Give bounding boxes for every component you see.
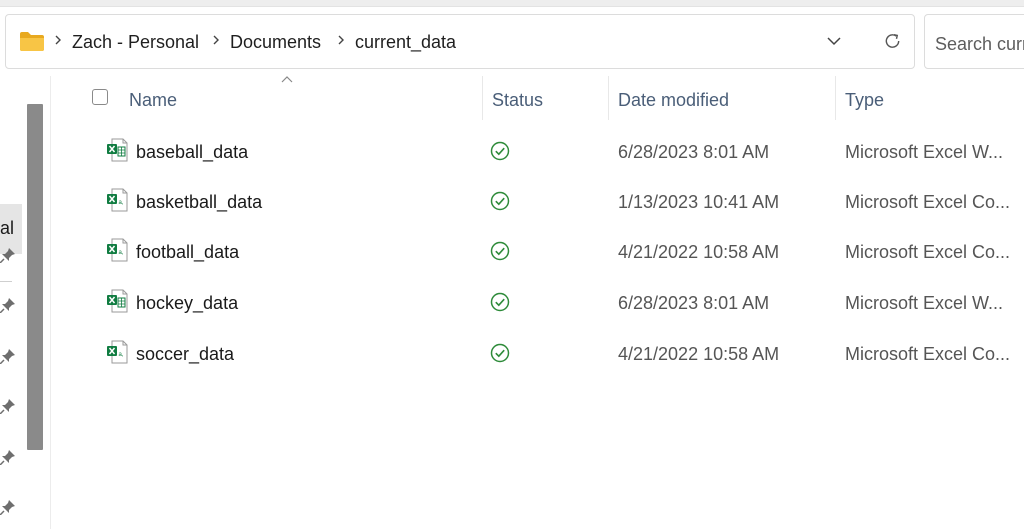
- column-divider[interactable]: [482, 76, 483, 120]
- column-header-type[interactable]: Type: [845, 89, 884, 111]
- pin-icon[interactable]: [0, 247, 16, 263]
- file-type: Microsoft Excel W...: [845, 142, 1004, 162]
- select-all-checkbox[interactable]: [92, 89, 108, 105]
- pin-icon[interactable]: [0, 499, 16, 515]
- file-row-soccer-data[interactable]: a, soccer_data 4/21/2022 10:58 AM Micros…: [60, 330, 1024, 380]
- pin-icon[interactable]: [0, 297, 16, 313]
- svg-text:a,: a,: [119, 200, 124, 206]
- chevron-right-icon[interactable]: [209, 33, 223, 47]
- chevron-right-icon[interactable]: [51, 33, 65, 47]
- column-divider[interactable]: [835, 76, 836, 120]
- file-date-modified: 4/21/2022 10:58 AM: [618, 344, 780, 364]
- window-top-strip: [0, 0, 1024, 7]
- navigation-pane: al: [0, 76, 51, 529]
- file-row-football-data[interactable]: a, football_data 4/21/2022 10:58 AM Micr…: [60, 228, 1024, 278]
- synced-icon: [490, 343, 510, 363]
- file-name[interactable]: baseball_data: [136, 141, 248, 163]
- sort-ascending-icon: [281, 76, 293, 83]
- file-type: Microsoft Excel Co...: [845, 192, 1011, 212]
- file-row-hockey-data[interactable]: hockey_data 6/28/2023 8:01 AM Microsoft …: [60, 279, 1024, 329]
- pin-icon[interactable]: [0, 398, 16, 414]
- file-name[interactable]: football_data: [136, 241, 239, 263]
- chevron-right-icon[interactable]: [334, 33, 348, 47]
- file-date-modified: 1/13/2023 10:41 AM: [618, 192, 780, 212]
- excel-csv-icon: a,: [107, 238, 128, 262]
- folder-icon: [20, 32, 44, 51]
- file-type: Microsoft Excel Co...: [845, 242, 1011, 262]
- nav-divider: [0, 281, 12, 282]
- file-name[interactable]: soccer_data: [136, 343, 234, 365]
- breadcrumb-item-current-data[interactable]: current_data: [355, 31, 456, 53]
- file-type: Microsoft Excel Co...: [845, 344, 1011, 364]
- breadcrumb-item-documents[interactable]: Documents: [230, 31, 321, 53]
- column-header-name[interactable]: Name: [129, 89, 177, 111]
- nav-item-label[interactable]: al: [0, 218, 14, 239]
- breadcrumb-item-zach-personal[interactable]: Zach - Personal: [72, 31, 199, 53]
- column-header-date-modified[interactable]: Date modified: [618, 89, 729, 111]
- column-header-status[interactable]: Status: [492, 89, 543, 111]
- excel-csv-icon: a,: [107, 340, 128, 364]
- synced-icon: [490, 141, 510, 161]
- file-name[interactable]: basketball_data: [136, 191, 262, 213]
- file-name[interactable]: hockey_data: [136, 292, 238, 314]
- svg-text:a,: a,: [119, 250, 124, 256]
- file-date-modified: 6/28/2023 8:01 AM: [618, 142, 770, 162]
- excel-csv-icon: a,: [107, 188, 128, 212]
- refresh-icon[interactable]: [883, 32, 902, 51]
- file-date-modified: 6/28/2023 8:01 AM: [618, 293, 770, 313]
- synced-icon: [490, 191, 510, 211]
- file-row-basketball-data[interactable]: a, basketball_data 1/13/2023 10:41 AM Mi…: [60, 178, 1024, 228]
- address-bar[interactable]: Zach - Personal Documents current_data: [5, 14, 915, 69]
- excel-workbook-icon: [107, 138, 128, 162]
- synced-icon: [490, 292, 510, 312]
- pin-icon[interactable]: [0, 348, 16, 364]
- chevron-down-icon[interactable]: [826, 35, 842, 47]
- search-input[interactable]: [933, 31, 1024, 57]
- pin-icon[interactable]: [0, 449, 16, 465]
- file-type: Microsoft Excel W...: [845, 293, 1004, 313]
- file-date-modified: 4/21/2022 10:58 AM: [618, 242, 780, 262]
- file-row-baseball-data[interactable]: baseball_data 6/28/2023 8:01 AM Microsof…: [60, 128, 1024, 178]
- excel-workbook-icon: [107, 289, 128, 313]
- nav-scrollbar[interactable]: [27, 104, 43, 450]
- synced-icon: [490, 241, 510, 261]
- svg-text:a,: a,: [119, 352, 124, 358]
- column-divider[interactable]: [608, 76, 609, 120]
- search-box[interactable]: [924, 14, 1024, 69]
